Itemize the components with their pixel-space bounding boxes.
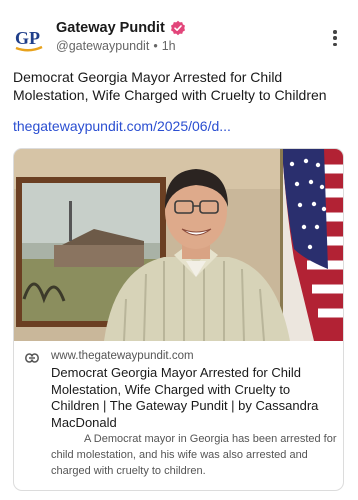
link-preview-card[interactable]: www.thegatewaypundit.com Democrat Georgi… (13, 148, 344, 491)
card-domain: www.thegatewaypundit.com (51, 350, 194, 362)
social-post: GP Gateway Pundit @gatewaypundit • 1h De… (0, 0, 358, 500)
separator: • (153, 39, 158, 53)
photo-of-man-with-flag (14, 149, 343, 341)
gateway-pundit-logo-icon: GP (15, 28, 43, 52)
verified-badge-icon (170, 20, 185, 36)
link-icon (25, 353, 39, 363)
handle-row: @gatewaypundit • 1h (56, 39, 176, 53)
account-name[interactable]: Gateway Pundit (56, 20, 165, 36)
more-vertical-icon[interactable] (330, 28, 340, 48)
svg-text:GP: GP (15, 28, 40, 48)
account-name-row: Gateway Pundit (56, 20, 186, 36)
avatar[interactable]: GP (12, 22, 46, 56)
account-handle[interactable]: @gatewaypundit (56, 39, 149, 53)
card-description: A Democrat mayor in Georgia has been arr… (51, 433, 337, 477)
preview-image[interactable] (14, 149, 343, 341)
post-text: Democrat Georgia Mayor Arrested for Chil… (13, 69, 327, 103)
card-title[interactable]: Democrat Georgia Mayor Arrested for Chil… (51, 365, 337, 431)
post-time[interactable]: 1h (162, 39, 176, 53)
post-link[interactable]: thegatewaypundit.com/2025/06/d... (13, 118, 231, 134)
